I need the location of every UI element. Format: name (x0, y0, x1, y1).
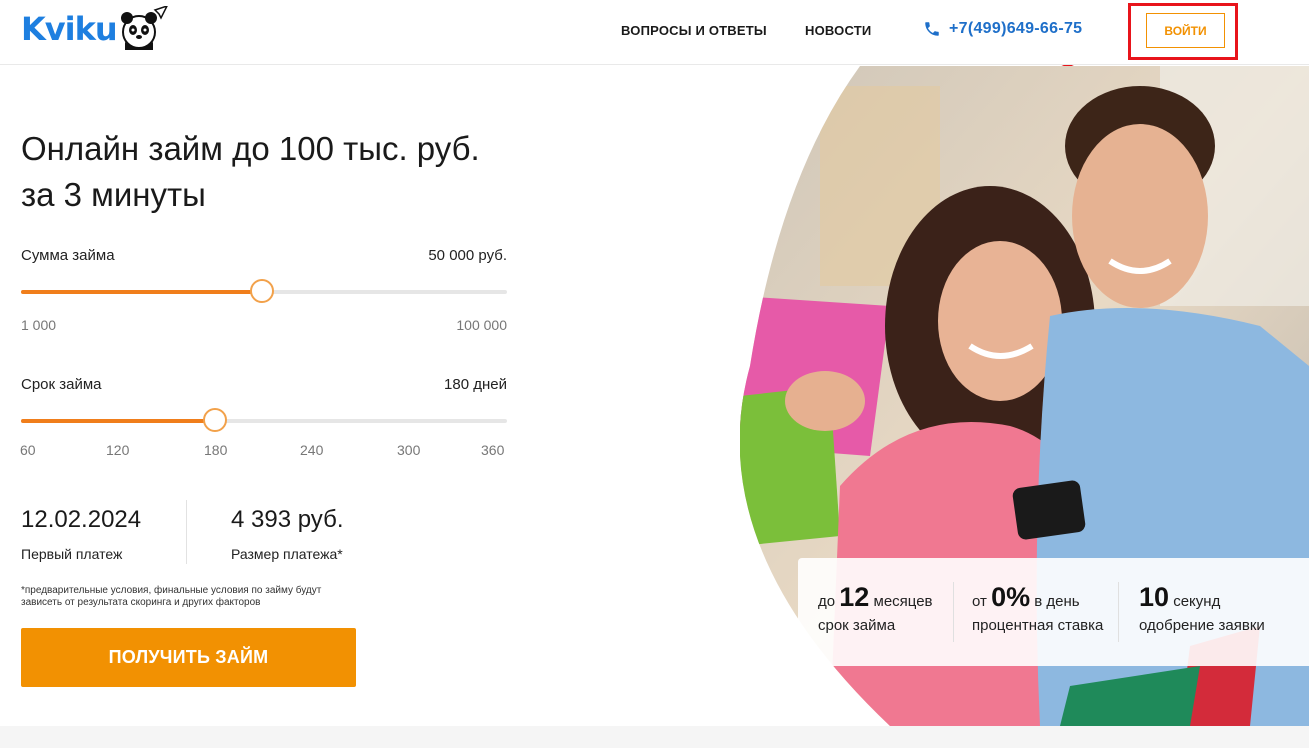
login-button[interactable]: ВОЙТИ (1146, 13, 1225, 48)
title-line-2: за 3 минуты (21, 176, 206, 213)
term-slider[interactable] (21, 408, 507, 432)
stat-caption: одобрение заявки (1139, 617, 1265, 634)
stat-prefix: до (818, 593, 836, 610)
stat-value: 12 (839, 582, 870, 612)
term-tick: 180 (204, 442, 228, 458)
stat-suffix: в день (1034, 593, 1080, 610)
amount-max-label: 100 000 (456, 317, 507, 333)
stat-suffix: месяцев (873, 593, 933, 610)
term-tick: 60 (20, 442, 36, 458)
first-payment-label: Первый платеж (21, 546, 123, 562)
panda-logo-icon (120, 6, 168, 50)
nav-faq[interactable]: ВОПРОСЫ И ОТВЕТЫ (621, 23, 767, 38)
stat-caption: срок займа (818, 617, 896, 634)
term-tick: 240 (300, 442, 324, 458)
stat-value: 0% (991, 582, 1031, 612)
term-tick: 300 (397, 442, 421, 458)
page-bottom-strip (0, 726, 1309, 748)
nav-news[interactable]: НОВОСТИ (805, 23, 871, 38)
amount-label: Сумма займа (21, 247, 115, 264)
amount-slider[interactable] (21, 279, 507, 303)
amount-min-label: 1 000 (21, 317, 57, 333)
page-title: Онлайн займ до 100 тыс. руб. за 3 минуты (21, 126, 541, 218)
stat-approval: 10 секунд одобрение заявки (1139, 582, 1265, 634)
amount-slider-thumb[interactable] (250, 279, 274, 303)
first-payment-date: 12.02.2024 (21, 506, 142, 533)
stat-divider (1118, 582, 1119, 642)
stat-suffix: секунд (1173, 593, 1221, 610)
phone-number: +7(499)649-66-75 (949, 20, 1083, 37)
stat-rate: от 0% в день процентная ставка (972, 582, 1103, 634)
term-value: 180 дней (444, 376, 507, 393)
logo-text: Kviku (21, 10, 118, 48)
title-line-1: Онлайн займ до 100 тыс. руб. (21, 130, 480, 167)
term-slider-thumb[interactable] (203, 408, 227, 432)
stat-prefix: от (972, 593, 987, 610)
term-label: Срок займа (21, 376, 102, 393)
amount-slider-fill (21, 290, 262, 294)
amount-value: 50 000 руб. (428, 247, 507, 264)
disclaimer-text: *предварительные условия, финальные усло… (21, 585, 322, 608)
stat-divider (953, 582, 954, 642)
term-slider-fill (21, 419, 215, 423)
logo[interactable]: Kviku (21, 6, 169, 52)
payment-divider (186, 500, 187, 564)
site-header: Kviku ВОПРОСЫ И ОТВЕТЫ НОВОСТИ +7(499)64… (0, 0, 1309, 65)
payment-amount-label: Размер платежа* (231, 546, 343, 562)
stat-term: до 12 месяцев срок займа (818, 582, 933, 634)
term-tick: 120 (106, 442, 130, 458)
stats-card: до 12 месяцев срок займа от 0% в день пр… (798, 558, 1309, 666)
stat-caption: процентная ставка (972, 617, 1104, 634)
phone-icon (925, 22, 939, 36)
phone-link[interactable]: +7(499)649-66-75 (923, 20, 1082, 38)
term-tick: 360 (481, 442, 505, 458)
stat-value: 10 (1139, 582, 1170, 612)
get-loan-button[interactable]: ПОЛУЧИТЬ ЗАЙМ (21, 628, 356, 687)
payment-amount: 4 393 руб. (231, 506, 344, 533)
